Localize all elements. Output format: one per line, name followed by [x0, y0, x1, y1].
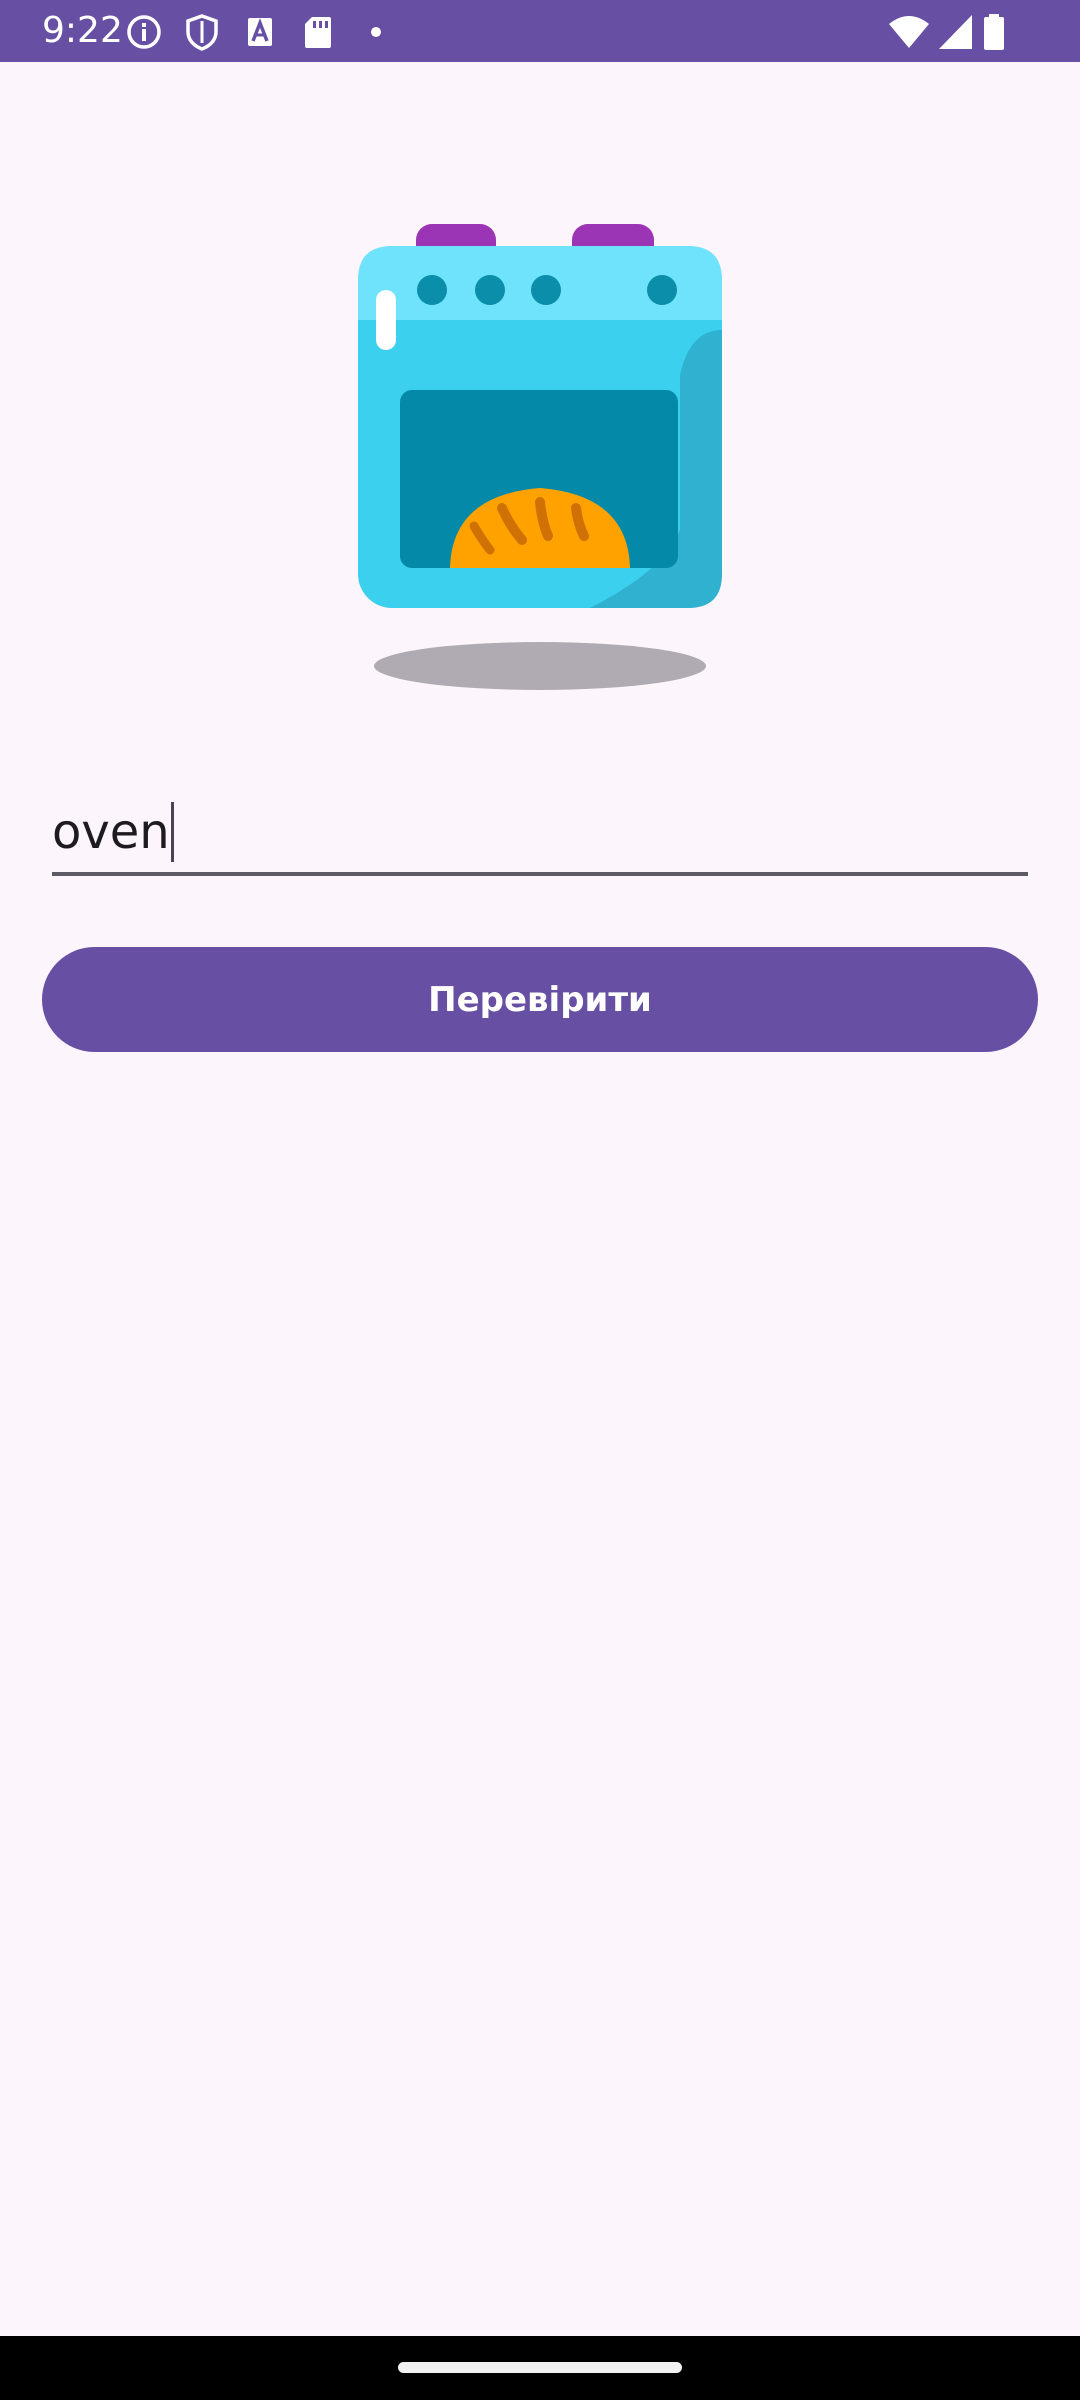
word-input-text: oven: [52, 804, 170, 860]
text-cursor: [170, 802, 174, 862]
check-button[interactable]: Перевірити: [42, 947, 1038, 1052]
navigation-bar: [0, 2336, 1080, 2400]
info-icon: [124, 12, 164, 52]
wifi-icon: [888, 12, 930, 52]
word-input-value[interactable]: oven: [52, 802, 174, 862]
status-time: 9:22: [42, 10, 123, 51]
dot-icon: [356, 12, 396, 52]
oven-icon: [340, 210, 740, 700]
text-a-icon: [240, 12, 280, 52]
word-input[interactable]: oven: [52, 790, 1028, 876]
status-bar: 9:22: [0, 0, 1080, 62]
home-handle[interactable]: [398, 2362, 682, 2373]
cell-signal-icon: [936, 12, 976, 52]
shield-icon: [182, 12, 222, 52]
battery-icon: [978, 12, 1010, 52]
sd-card-icon: [298, 12, 338, 52]
